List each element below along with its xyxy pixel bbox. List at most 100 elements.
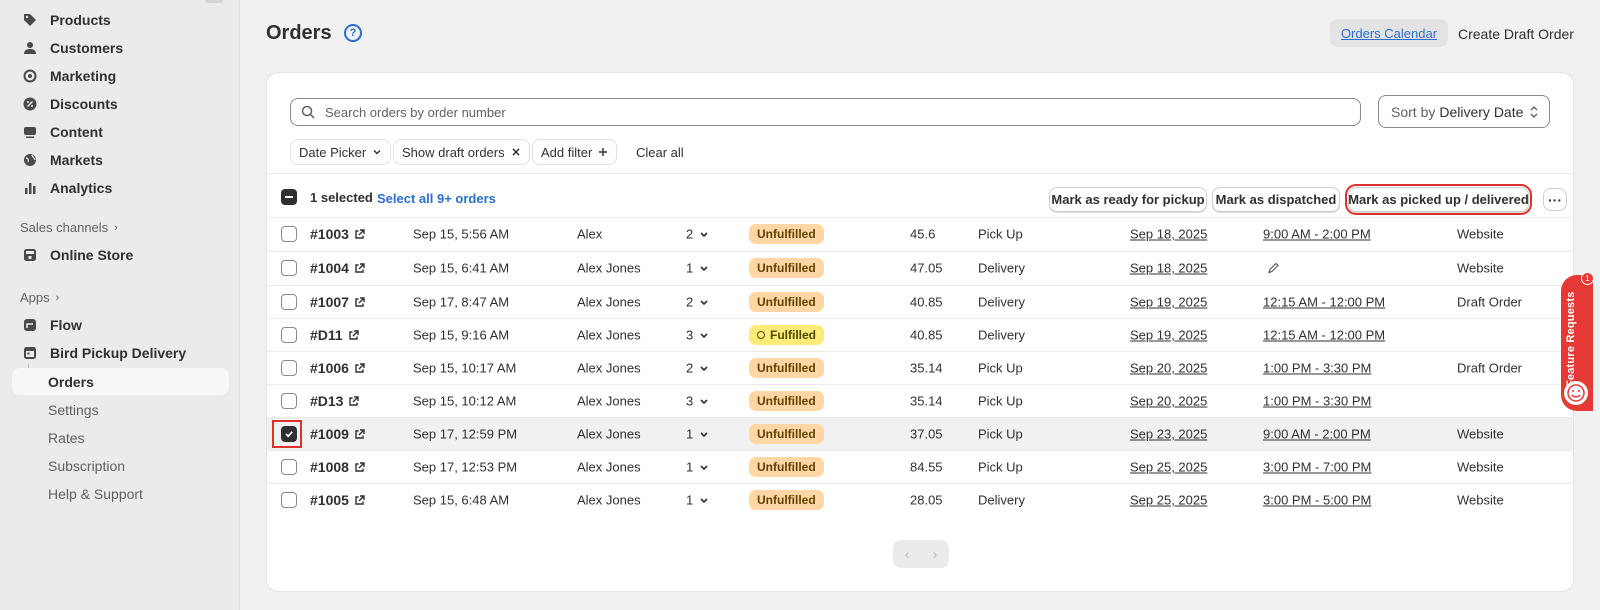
sidebar-item-analytics[interactable]: Analytics bbox=[12, 174, 229, 202]
table-row[interactable]: #1006 Sep 15, 10:17 AM Alex Jones 2 Unfulfil… bbox=[267, 351, 1573, 384]
item-count-dropdown[interactable]: 1 bbox=[686, 427, 709, 442]
order-number-link[interactable]: #1005 bbox=[310, 492, 365, 508]
order-number-link[interactable]: #1007 bbox=[310, 294, 365, 310]
item-count-dropdown[interactable]: 2 bbox=[686, 361, 709, 376]
chevron-down-icon bbox=[699, 363, 709, 373]
mark-ready-for-pickup-button[interactable]: Mark as ready for pickup bbox=[1049, 187, 1207, 212]
order-number-link[interactable]: #1009 bbox=[310, 426, 365, 442]
select-all-orders-link[interactable]: Select all 9+ orders bbox=[377, 191, 496, 206]
row-checkbox[interactable] bbox=[281, 492, 297, 508]
table-row[interactable]: #D11 Sep 15, 9:16 AM Alex Jones 3 Fulfilled 4… bbox=[267, 318, 1573, 351]
order-number-link[interactable]: #1006 bbox=[310, 360, 365, 376]
more-actions-icon[interactable]: ··· bbox=[1543, 188, 1567, 211]
sidebar-subitem-rates[interactable]: Rates bbox=[48, 430, 85, 446]
time-slot-link[interactable]: 1:00 PM - 3:30 PM bbox=[1263, 361, 1371, 376]
order-total: 37.05 bbox=[910, 426, 943, 442]
row-checkbox[interactable] bbox=[281, 226, 297, 242]
row-checkbox[interactable] bbox=[281, 327, 297, 343]
sidebar-item-customers[interactable]: Customers bbox=[12, 34, 229, 62]
help-icon[interactable]: ? bbox=[344, 24, 362, 42]
sidebar-item-online-store[interactable]: Online Store bbox=[12, 241, 229, 269]
clear-all-button[interactable]: Clear all bbox=[636, 145, 684, 160]
flow-icon bbox=[22, 317, 38, 333]
delivery-date-link[interactable]: Sep 19, 2025 bbox=[1130, 295, 1207, 310]
table-row[interactable]: #1007 Sep 17, 8:47 AM Alex Jones 2 Unfulfill… bbox=[267, 285, 1573, 318]
row-checkbox[interactable] bbox=[281, 459, 297, 475]
create-draft-order-button[interactable]: Create Draft Order bbox=[1458, 26, 1574, 42]
feature-requests-tab[interactable]: 1 Feature Requests bbox=[1561, 272, 1594, 411]
order-number-link[interactable]: #1008 bbox=[310, 459, 365, 475]
time-slot-link[interactable]: 12:15 AM - 12:00 PM bbox=[1263, 295, 1385, 310]
sort-button[interactable]: Sort by Delivery Date bbox=[1378, 95, 1550, 128]
close-icon[interactable] bbox=[511, 147, 521, 157]
delivery-date-link[interactable]: Sep 20, 2025 bbox=[1130, 361, 1207, 376]
sidebar-item-markets[interactable]: Markets bbox=[12, 146, 229, 174]
row-checkbox[interactable] bbox=[281, 260, 297, 276]
sales-channels-header[interactable]: Sales channels › bbox=[20, 220, 118, 235]
pencil-icon[interactable] bbox=[1267, 262, 1280, 275]
orders-calendar-button[interactable]: Orders Calendar bbox=[1330, 19, 1448, 47]
time-slot-link[interactable]: 3:00 PM - 5:00 PM bbox=[1263, 493, 1371, 508]
row-checkbox[interactable] bbox=[281, 294, 297, 310]
sidebar-subitem-subscription[interactable]: Subscription bbox=[48, 458, 125, 474]
mark-picked-up-delivered-button[interactable]: Mark as picked up / delivered bbox=[1345, 184, 1532, 215]
order-number-link[interactable]: #D13 bbox=[310, 393, 360, 409]
delivery-date-link[interactable]: Sep 18, 2025 bbox=[1130, 261, 1207, 276]
search-box[interactable] bbox=[290, 98, 1361, 126]
show-draft-orders-filter[interactable]: Show draft orders bbox=[393, 139, 530, 165]
item-count-dropdown[interactable]: 1 bbox=[686, 460, 709, 475]
order-number-link[interactable]: #1003 bbox=[310, 226, 365, 242]
table-row[interactable]: #1005 Sep 15, 6:48 AM Alex Jones 1 Unfulfill… bbox=[267, 483, 1573, 516]
order-number-link[interactable]: #D11 bbox=[310, 327, 359, 343]
item-count-dropdown[interactable]: 3 bbox=[686, 394, 709, 409]
order-total: 45.6 bbox=[910, 226, 936, 242]
order-total: 28.05 bbox=[910, 492, 943, 508]
time-slot-link[interactable]: 1:00 PM - 3:30 PM bbox=[1263, 394, 1371, 409]
external-link-icon bbox=[348, 329, 359, 341]
table-row[interactable]: #1004 Sep 15, 6:41 AM Alex Jones 1 Unfulfill… bbox=[267, 251, 1573, 284]
time-slot-link[interactable]: 9:00 AM - 2:00 PM bbox=[1263, 227, 1371, 242]
row-checkbox[interactable] bbox=[281, 393, 297, 409]
sidebar-subitem-settings[interactable]: Settings bbox=[48, 402, 99, 418]
sidebar-item-bird-pickup-delivery[interactable]: Bird Pickup Delivery bbox=[12, 339, 229, 367]
row-checkbox[interactable] bbox=[281, 360, 297, 376]
delivery-date-link[interactable]: Sep 23, 2025 bbox=[1130, 427, 1207, 442]
add-filter-button[interactable]: Add filter bbox=[532, 139, 618, 165]
date-picker-filter[interactable]: Date Picker bbox=[290, 139, 392, 165]
delivery-date-link[interactable]: Sep 25, 2025 bbox=[1130, 493, 1207, 508]
sidebar-subitem-help-support[interactable]: Help & Support bbox=[48, 486, 143, 502]
time-slot-link[interactable]: 9:00 AM - 2:00 PM bbox=[1263, 427, 1371, 442]
item-count-dropdown[interactable]: 2 bbox=[686, 295, 709, 310]
item-count-dropdown[interactable]: 1 bbox=[686, 261, 709, 276]
apps-header[interactable]: Apps › bbox=[20, 290, 59, 305]
time-slot-link[interactable]: 3:00 PM - 7:00 PM bbox=[1263, 460, 1371, 475]
tag-icon bbox=[22, 12, 38, 28]
select-all-checkbox[interactable] bbox=[281, 189, 297, 205]
sidebar-item-flow[interactable]: Flow bbox=[12, 311, 229, 339]
order-number-link[interactable]: #1004 bbox=[310, 260, 365, 276]
sidebar-item-marketing[interactable]: Marketing bbox=[12, 62, 229, 90]
mark-dispatched-button[interactable]: Mark as dispatched bbox=[1212, 187, 1340, 212]
sidebar-item-content[interactable]: Content bbox=[12, 118, 229, 146]
table-row[interactable]: #1008 Sep 17, 12:53 PM Alex Jones 1 Unfulfil… bbox=[267, 450, 1573, 483]
delivery-date-link[interactable]: Sep 20, 2025 bbox=[1130, 394, 1207, 409]
delivery-date-link[interactable]: Sep 19, 2025 bbox=[1130, 328, 1207, 343]
table-row[interactable]: #D13 Sep 15, 10:12 AM Alex Jones 3 Unfulfill… bbox=[267, 384, 1573, 417]
next-page-icon[interactable]: › bbox=[933, 546, 938, 562]
selected-count: 1 selected bbox=[310, 190, 373, 205]
previous-page-icon[interactable]: ‹ bbox=[905, 546, 910, 562]
item-count-dropdown[interactable]: 1 bbox=[686, 493, 709, 508]
search-input[interactable] bbox=[323, 103, 1327, 121]
row-checkbox[interactable] bbox=[281, 426, 297, 442]
item-count-dropdown[interactable]: 2 bbox=[686, 227, 709, 242]
sidebar-subitem-orders[interactable]: Orders bbox=[12, 368, 229, 395]
item-count-dropdown[interactable]: 3 bbox=[686, 328, 709, 343]
sidebar-item-products[interactable]: Products bbox=[12, 6, 229, 34]
sidebar-item-discounts[interactable]: Discounts bbox=[12, 90, 229, 118]
table-row[interactable]: #1009 Sep 17, 12:59 PM Alex Jones 1 Unfulfil… bbox=[267, 417, 1573, 450]
table-row[interactable]: #1003 Sep 15, 5:56 AM Alex 2 Unfulfilled 45.6… bbox=[267, 217, 1573, 250]
delivery-date-link[interactable]: Sep 18, 2025 bbox=[1130, 227, 1207, 242]
chevron-down-icon bbox=[372, 147, 382, 157]
delivery-date-link[interactable]: Sep 25, 2025 bbox=[1130, 460, 1207, 475]
time-slot-link[interactable]: 12:15 AM - 12:00 PM bbox=[1263, 328, 1385, 343]
